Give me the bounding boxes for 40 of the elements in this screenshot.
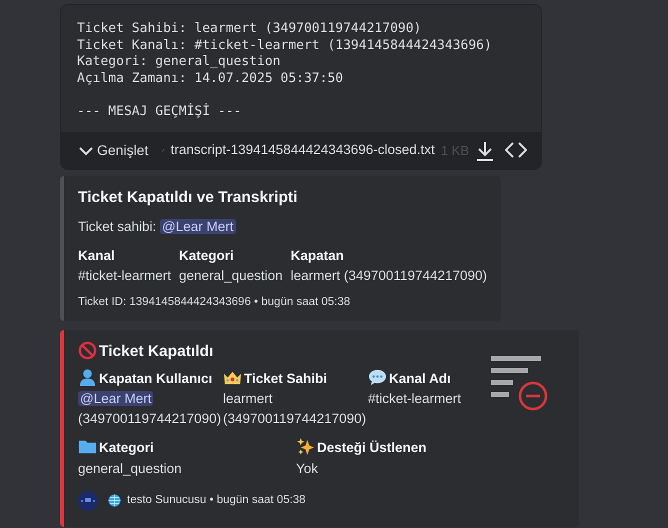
code-line: Kategori: general_question (77, 54, 282, 70)
field-name: Kanal Adı (389, 370, 451, 386)
embed-title: Ticket Kapatıldı ve Transkripti (78, 188, 298, 208)
field-value: learmert (349700119744217090) (290, 266, 488, 285)
field-value: general_question (78, 460, 183, 478)
field-value: Yok (296, 460, 320, 478)
field-value: (349700119744217090) (78, 410, 222, 428)
embed-footer: testo Sunucusu • bugün saat 05:38 (127, 492, 306, 510)
code-line: Ticket Kanalı: #ticket-learmert (1394145844424343696) (77, 38, 493, 54)
user-mention[interactable]: @Lear Mert (160, 219, 236, 234)
prohibited-icon (78, 341, 97, 360)
field-name: Kapatan (290, 246, 345, 265)
field-name: Kategori (179, 246, 235, 265)
embed-title: Ticket Kapatıldı (99, 343, 214, 360)
download-icon[interactable] (475, 140, 495, 160)
field-name: Kapatan Kullanıcı (99, 370, 212, 386)
code-icon[interactable] (505, 140, 527, 158)
globe-icon (108, 494, 121, 508)
code-line: --- MESAJ GEÇMİŞİ --- (77, 104, 242, 120)
field-value: learmert (349700119744217090) (223, 390, 368, 428)
field-value: #ticket-learmert (368, 390, 462, 408)
code-line: Açılma Zamanı: 14.07.2025 05:37:50 (77, 70, 344, 87)
list-remove-icon (491, 356, 549, 412)
person-icon (78, 368, 97, 386)
field-value: #ticket-learmert (78, 266, 172, 285)
expand-button[interactable]: Genişlet (79, 140, 148, 161)
speech-bubble-icon (368, 368, 387, 386)
code-line: Ticket Sahibi: learmert (349700119744217090) (77, 21, 422, 38)
server-avatar (78, 490, 98, 511)
embed-footer: Ticket ID: 1394145844424343696 • bugün saat 05:38 (78, 294, 487, 312)
user-mention[interactable]: @Lear Mert (78, 390, 154, 406)
field-name: Kanal (78, 246, 116, 264)
owner-label: Ticket sahibi: (78, 219, 156, 234)
field-name: Ticket Sahibi (244, 370, 328, 386)
file-name-link[interactable]: transcript-1394145844424343696-closed.txt (170, 140, 435, 161)
sparkles-icon (296, 437, 315, 456)
field-name: Desteği Üstlenen (317, 440, 427, 456)
field-name: Kategori (99, 440, 154, 456)
field-value: general_question (179, 266, 283, 285)
chevron-down-icon (79, 146, 93, 156)
